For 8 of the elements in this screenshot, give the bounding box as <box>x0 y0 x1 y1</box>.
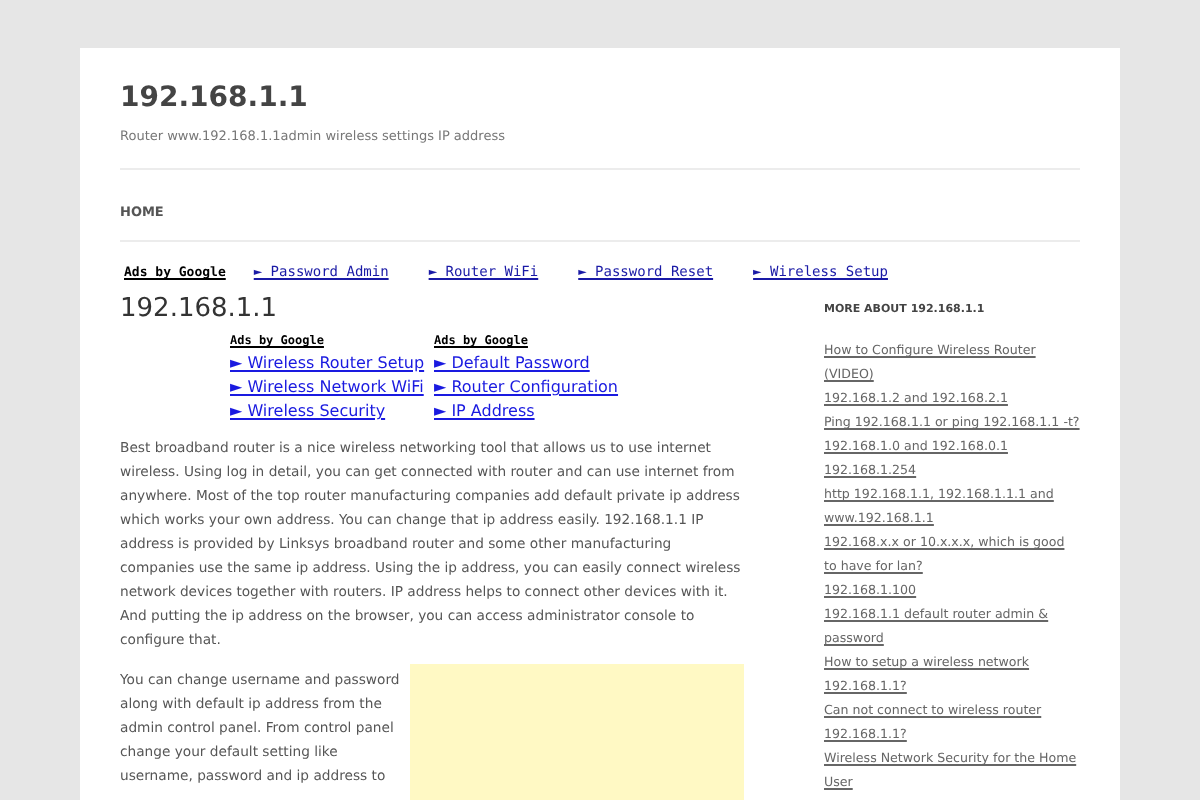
ad-link[interactable]: ► IP Address <box>434 400 630 424</box>
ad-link[interactable]: ► Wireless Router Setup <box>230 352 426 376</box>
ad-link[interactable]: ► Wireless Network WiFi <box>230 376 426 400</box>
ad-link[interactable]: ► Default Password <box>434 352 630 376</box>
site-title[interactable]: 192.168.1.1 <box>120 80 1080 116</box>
ad-link[interactable]: ► Router Configuration <box>434 376 630 400</box>
article-title: 192.168.1.1 <box>120 292 280 328</box>
ad-link[interactable]: ► Wireless Security <box>230 400 426 424</box>
